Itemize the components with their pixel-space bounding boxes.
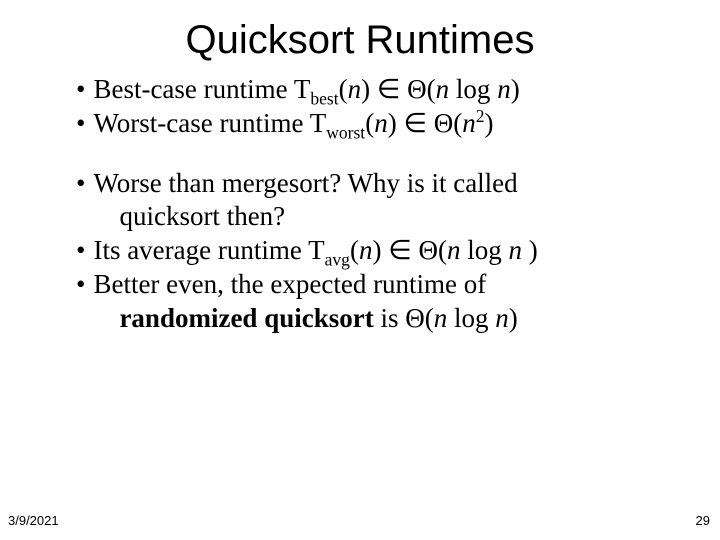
text-fragment: ) [372,235,388,265]
footer-page-number: 29 [696,513,710,528]
var-n: n [359,235,373,265]
var-n: n [348,74,362,104]
theta-symbol: Θ [407,74,427,104]
subscript: best [310,88,338,108]
var-n: n [495,303,509,333]
theta-symbol: Θ [418,235,438,265]
bullet-worse-than-mergesort: • Worse than mergesort? Why is it called… [76,167,658,235]
text-fragment: Its average runtime T [93,235,324,265]
text-fragment: ( [453,108,462,138]
text-fragment: ( [427,74,436,104]
var-n: n [374,108,388,138]
bullet-dot: • [76,73,93,107]
slide-body: • Best-case runtime Tbest(n) ∈ Θ(n log n… [0,73,720,335]
text-fragment: ( [365,108,374,138]
bullet-text: Best-case runtime Tbest(n) ∈ Θ(n log n) [93,73,658,107]
text-fragment: ) [529,235,538,265]
text-fragment: ) [484,108,493,138]
bullet-randomized-quicksort: • Better even, the expected runtime of r… [76,268,658,336]
var-n: n [508,235,528,265]
slide-title: Quicksort Runtimes [0,0,720,73]
subscript: avg [325,249,350,269]
bullet-block-2: • Worse than mergesort? Why is it called… [76,167,658,336]
bullet-text: Worst-case runtime Tworst(n) ∈ Θ(n2) [93,107,658,141]
var-n: n [434,303,448,333]
var-n: n [497,74,511,104]
var-n: n [436,74,450,104]
text-fragment: ( [339,74,348,104]
bullet-dot: • [76,268,93,336]
element-of-symbol: ∈ [388,235,412,265]
bullet-dot: • [76,167,93,235]
text-fragment: ) [509,303,518,333]
element-of-symbol: ∈ [377,74,401,104]
subscript: worst [326,122,365,142]
theta-symbol: Θ [405,303,425,333]
text-fragment: Best-case runtime T [93,74,310,104]
text-line: Better even, the expected runtime of [93,269,486,299]
bullet-average-runtime: • Its average runtime Tavg(n) ∈ Θ(n log … [76,234,658,268]
var-n: n [447,235,461,265]
text-fragment: is [374,303,406,333]
bullet-dot: • [76,107,93,141]
text-fragment: ) [511,74,520,104]
text-fragment: ( [438,235,447,265]
text-line: Worse than mergesort? Why is it called [93,168,517,198]
text-fragment: log [460,235,508,265]
text-fragment: ) [388,108,404,138]
bullet-best-case: • Best-case runtime Tbest(n) ∈ Θ(n log n… [76,73,658,107]
strong-text: randomized quicksort [119,303,373,333]
element-of-symbol: ∈ [403,108,427,138]
bullet-worst-case: • Worst-case runtime Tworst(n) ∈ Θ(n2) [76,107,658,141]
bullet-block-1: • Best-case runtime Tbest(n) ∈ Θ(n log n… [76,73,658,141]
text-fragment: log [449,74,497,104]
text-fragment: ) [361,74,377,104]
text-fragment: ( [350,235,359,265]
text-fragment: log [447,303,495,333]
text-fragment: ( [425,303,434,333]
bullet-text: Worse than mergesort? Why is it called q… [93,167,658,235]
text-line: quicksort then? [93,200,658,234]
bullet-text: Better even, the expected runtime of ran… [93,268,658,336]
text-line: randomized quicksort is Θ(n log n) [93,302,658,336]
bullet-dot: • [76,234,93,268]
var-n: n [462,108,476,138]
theta-symbol: Θ [434,108,454,138]
footer-date: 3/9/2021 [8,513,59,528]
bullet-text: Its average runtime Tavg(n) ∈ Θ(n log n … [93,234,658,268]
text-fragment: Worst-case runtime T [93,108,326,138]
slide: Quicksort Runtimes • Best-case runtime T… [0,0,720,540]
